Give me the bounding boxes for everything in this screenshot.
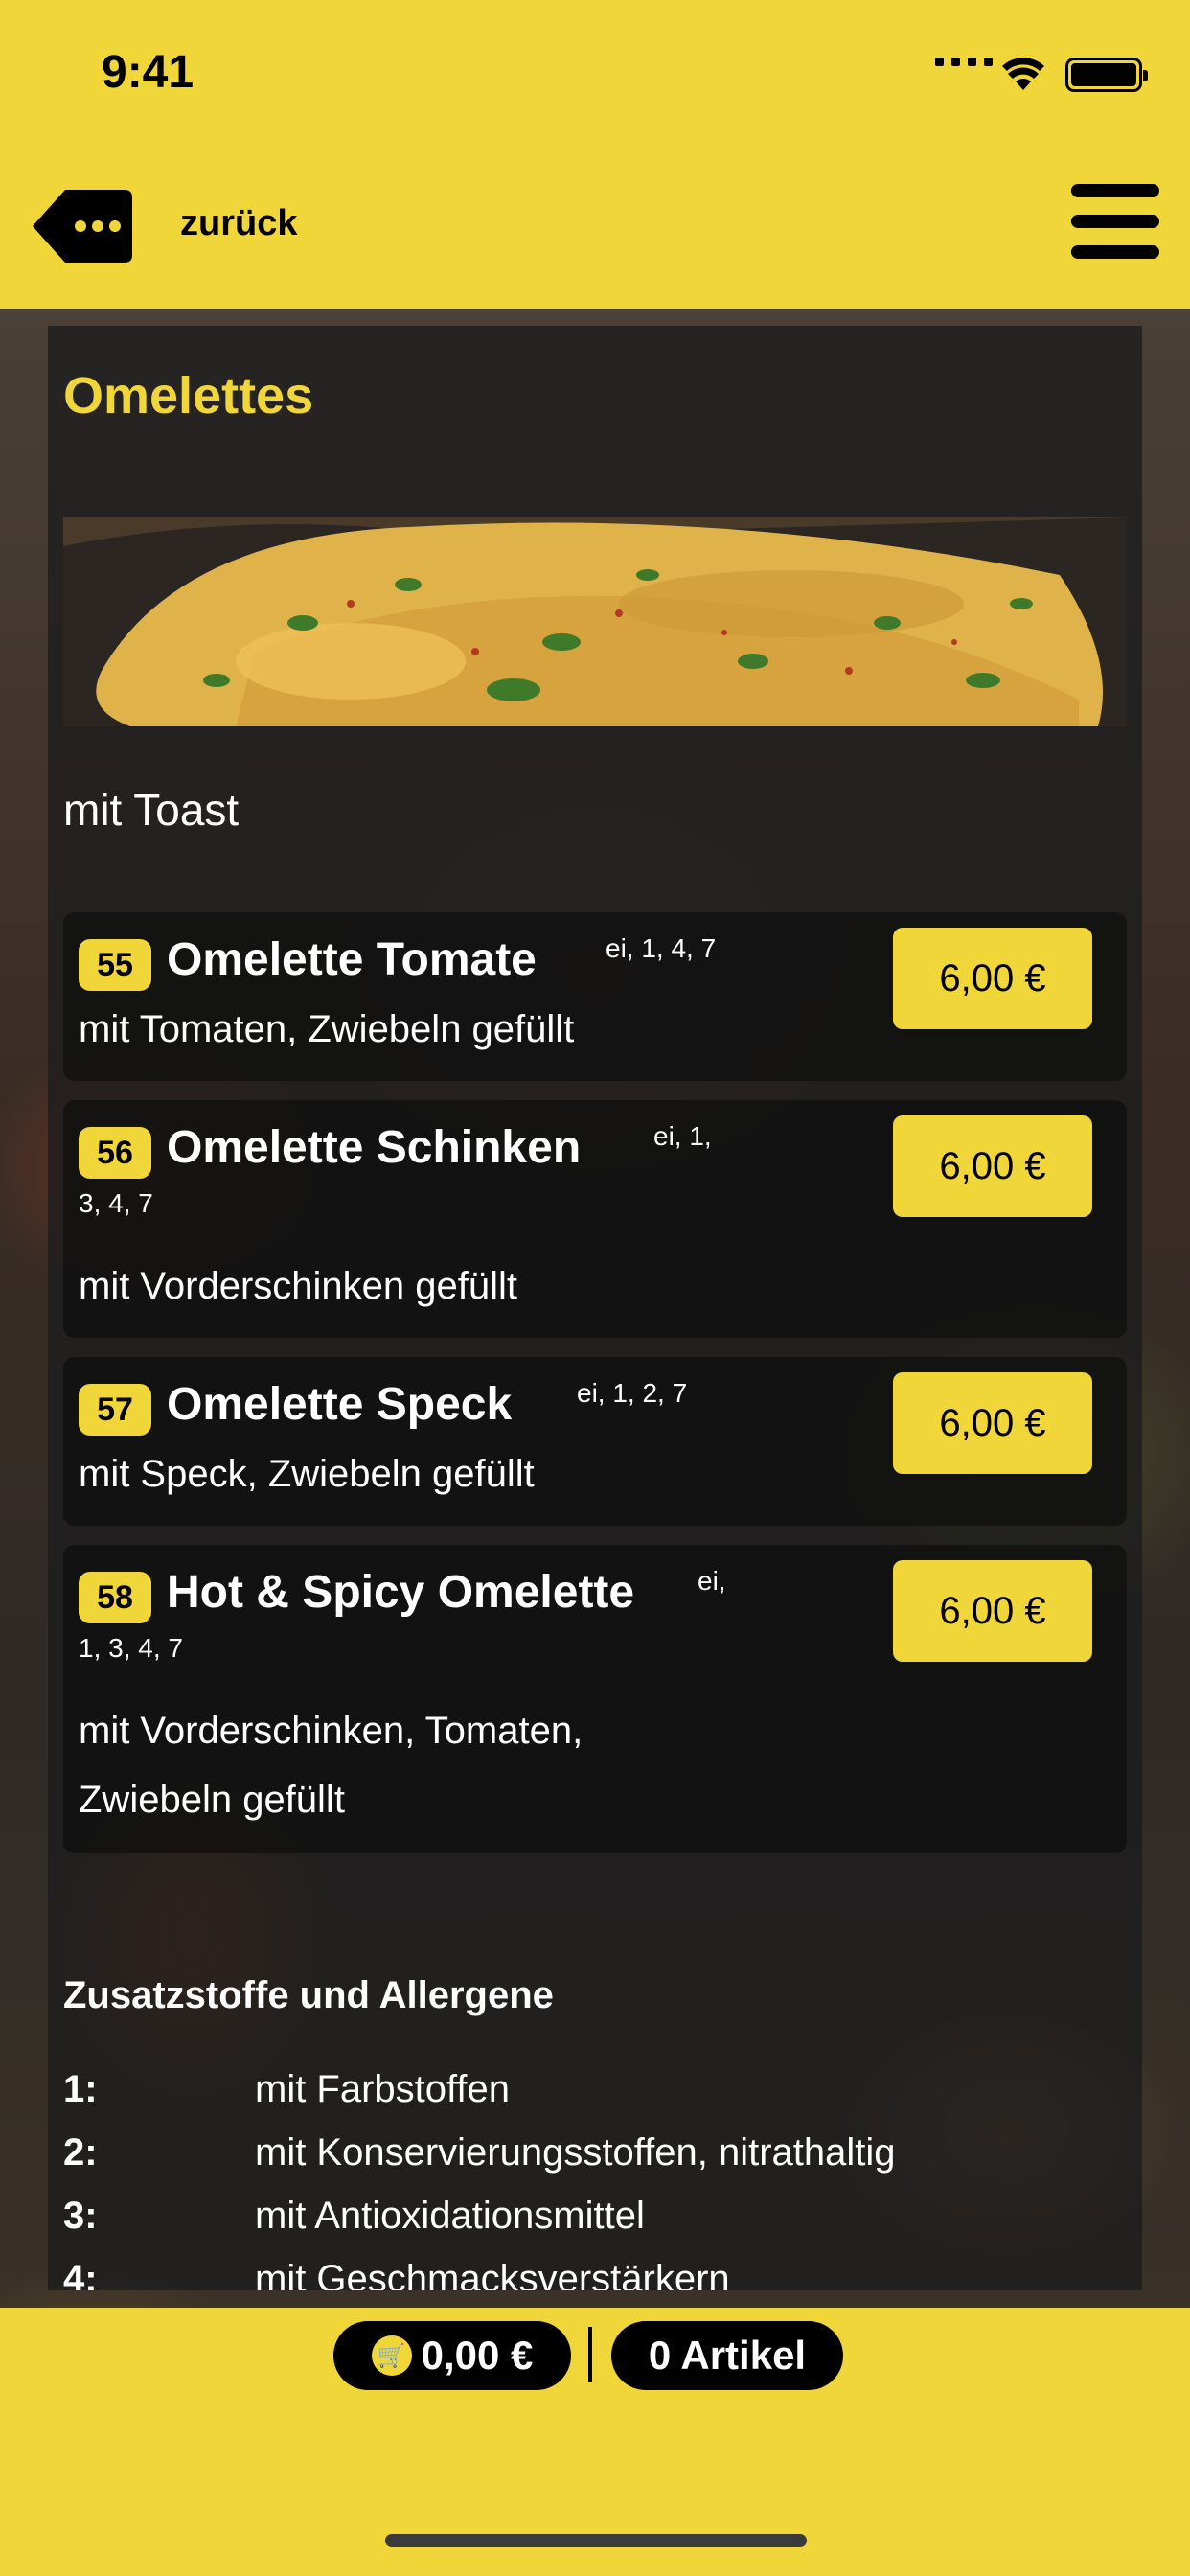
category-title: Omelettes (63, 367, 314, 425)
allergen-value: mit Farbstoffen (255, 2068, 511, 2110)
item-allergens: ei, (698, 1566, 726, 1596)
allergen-row: 2: mit Konservierungsstoffen, nitrathalti… (63, 2131, 896, 2174)
allergen-key: 4: (63, 2258, 98, 2290)
item-name: Omelette Speck (167, 1379, 513, 1430)
allergen-value: mit Geschmacksverstärkern (255, 2258, 730, 2290)
back-label[interactable]: zurück (180, 203, 297, 244)
item-description: mit Speck, Zwiebeln gefüllt (79, 1453, 535, 1495)
menu-item[interactable]: 58 Hot & Spicy Omelette ei, 1, 3, 4, 7 m… (63, 1545, 1127, 1853)
cart-total: 0,00 € (421, 2333, 534, 2378)
status-time: 9:41 (102, 47, 195, 98)
back-button[interactable] (31, 188, 134, 264)
home-indicator (385, 2534, 807, 2547)
item-allergens: ei, 1, 4, 7 (606, 933, 717, 963)
add-to-cart-price-button[interactable]: 6,00 € (893, 1116, 1092, 1217)
item-number-badge: 55 (79, 939, 151, 991)
item-allergens-cont: 1, 3, 4, 7 (79, 1633, 183, 1663)
item-name: Hot & Spicy Omelette (167, 1567, 635, 1618)
hamburger-menu-icon[interactable] (1071, 184, 1159, 268)
item-description-cont: Zwiebeln gefüllt (79, 1779, 345, 1821)
item-allergens-cont: 3, 4, 7 (79, 1188, 153, 1218)
item-allergens: ei, 1, (653, 1121, 712, 1151)
cellular-signal-icon (935, 58, 993, 66)
item-description: mit Vorderschinken, Tomaten, (79, 1710, 584, 1752)
item-name: Omelette Schinken (167, 1122, 582, 1173)
add-to-cart-price-button[interactable]: 6,00 € (893, 1560, 1092, 1662)
item-description: mit Tomaten, Zwiebeln gefüllt (79, 1008, 575, 1050)
item-allergens: ei, 1, 2, 7 (577, 1378, 688, 1408)
divider (588, 2327, 592, 2382)
item-name: Omelette Tomate (167, 934, 537, 985)
back-tag-icon (33, 190, 132, 263)
menu-item[interactable]: 56 Omelette Schinken ei, 1, 3, 4, 7 mit … (63, 1100, 1127, 1338)
status-bar: 9:41 (0, 0, 1190, 153)
cart-count-button[interactable]: 0 Artikel (611, 2321, 843, 2390)
allergen-key: 3: (63, 2195, 98, 2237)
item-number-badge: 56 (79, 1127, 151, 1179)
allergen-key: 2: (63, 2131, 98, 2174)
allergen-value: mit Konservierungsstoffen, nitrathaltig (255, 2131, 896, 2174)
allergen-key: 1: (63, 2068, 98, 2110)
menu-content[interactable]: Omelettes mit Toast 55 Omelette Tomate e… (48, 326, 1142, 2290)
cart-icon: 🛒 (371, 2335, 412, 2376)
category-image (63, 518, 1127, 726)
menu-item[interactable]: 57 Omelette Speck ei, 1, 2, 7 mit Speck,… (63, 1357, 1127, 1526)
allergens-heading: Zusatzstoffe und Allergene (63, 1974, 554, 2016)
item-number-badge: 58 (79, 1572, 151, 1623)
cart-total-button[interactable]: 🛒 0,00 € (333, 2321, 571, 2390)
allergen-row: 1: mit Farbstoffen (63, 2068, 510, 2111)
menu-item[interactable]: 55 Omelette Tomate ei, 1, 4, 7 mit Tomat… (63, 912, 1127, 1081)
item-description: mit Vorderschinken gefüllt (79, 1265, 518, 1307)
add-to-cart-price-button[interactable]: 6,00 € (893, 928, 1092, 1029)
battery-icon (1065, 58, 1148, 92)
wifi-icon (1002, 58, 1044, 90)
allergen-value: mit Antioxidationsmittel (255, 2195, 645, 2237)
allergen-row: 4: mit Geschmacksverstärkern (63, 2258, 730, 2290)
item-number-badge: 57 (79, 1384, 151, 1436)
allergen-row: 3: mit Antioxidationsmittel (63, 2195, 645, 2238)
add-to-cart-price-button[interactable]: 6,00 € (893, 1372, 1092, 1474)
nav-bar: zurück (0, 153, 1190, 309)
category-subtitle: mit Toast (63, 785, 240, 835)
